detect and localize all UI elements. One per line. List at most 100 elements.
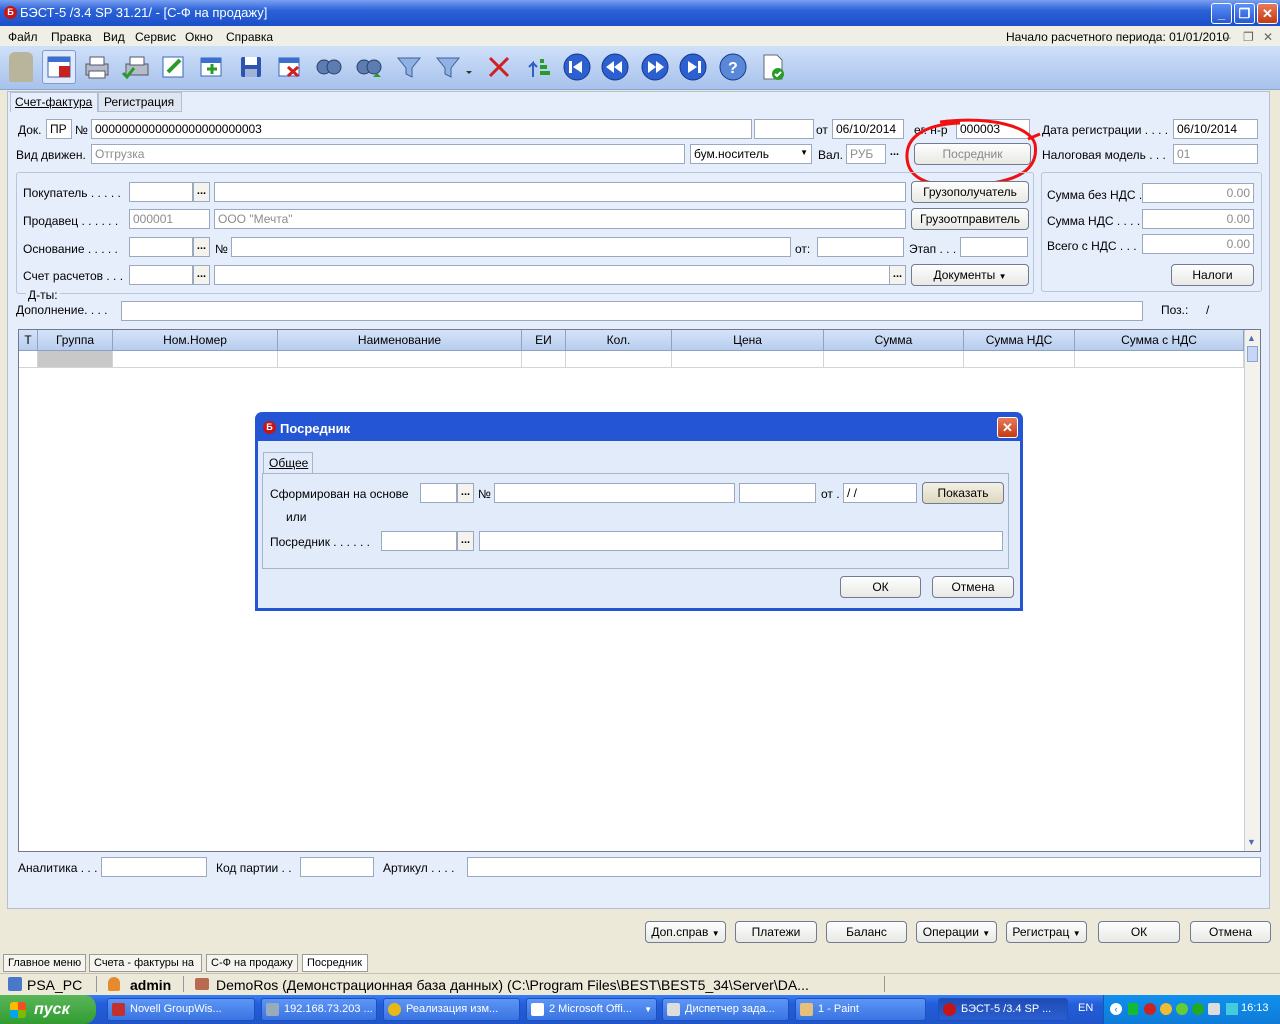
menu-service[interactable]: Сервис bbox=[135, 30, 176, 44]
sum-no-vat-field[interactable]: 0.00 bbox=[1142, 183, 1254, 203]
window-tab-main-menu[interactable]: Главное меню bbox=[3, 954, 86, 972]
tray-app-icon[interactable] bbox=[1128, 1003, 1138, 1015]
save-icon[interactable] bbox=[234, 50, 268, 84]
reg-date-field[interactable]: 06/10/2014 bbox=[1173, 119, 1258, 139]
mdi-close-icon[interactable]: ✕ bbox=[1263, 30, 1273, 44]
task-groupwise[interactable]: Novell GroupWis... bbox=[107, 998, 255, 1021]
column-header[interactable]: Цена bbox=[672, 330, 824, 351]
start-button[interactable]: пуск bbox=[0, 995, 96, 1024]
buyer-name-field[interactable] bbox=[214, 182, 906, 202]
filter-dropdown-icon[interactable] bbox=[432, 50, 476, 84]
task-browser[interactable]: Реализация изм... bbox=[383, 998, 520, 1021]
intermediary-name-field[interactable] bbox=[479, 531, 1003, 551]
total-field[interactable]: 0.00 bbox=[1142, 234, 1254, 254]
column-header[interactable]: Кол. bbox=[566, 330, 672, 351]
intermediary-code-field[interactable] bbox=[381, 531, 457, 551]
tab-registration[interactable]: Регистрация bbox=[98, 92, 182, 112]
window-tab-intermediary[interactable]: Посредник bbox=[302, 954, 368, 972]
seller-code-field[interactable]: 000001 bbox=[129, 209, 210, 229]
scroll-down-icon[interactable]: ▼ bbox=[1247, 837, 1256, 847]
doc-number-field[interactable]: 0000000000000000000000003 bbox=[91, 119, 752, 139]
next-record-icon[interactable] bbox=[638, 50, 672, 84]
tray-expand-icon[interactable]: ‹ bbox=[1110, 1003, 1122, 1015]
menu-help[interactable]: Справка bbox=[226, 30, 273, 44]
menu-edit[interactable]: Правка bbox=[51, 30, 92, 44]
mdi-minimize-icon[interactable]: – bbox=[1224, 30, 1231, 44]
column-header[interactable]: Ном.Номер bbox=[113, 330, 278, 351]
first-record-icon[interactable] bbox=[560, 50, 594, 84]
table-cell[interactable] bbox=[522, 351, 566, 368]
basis-lookup-button[interactable]: ... bbox=[193, 237, 210, 257]
window-tab-invoices[interactable]: Счета - фактуры на bbox=[89, 954, 202, 972]
column-header[interactable]: ЕИ bbox=[522, 330, 566, 351]
dialog-cancel-button[interactable]: Отмена bbox=[932, 576, 1014, 598]
mdi-restore-icon[interactable]: ❐ bbox=[1243, 30, 1254, 44]
edit-icon[interactable] bbox=[156, 50, 190, 84]
tray-app-icon[interactable] bbox=[1144, 1003, 1156, 1015]
search-icon[interactable] bbox=[312, 50, 346, 84]
batch-code-field[interactable] bbox=[300, 857, 374, 877]
basis-number-field[interactable] bbox=[231, 237, 791, 257]
table-cell[interactable] bbox=[113, 351, 278, 368]
table-cell[interactable] bbox=[566, 351, 672, 368]
task-paint[interactable]: 1 - Paint bbox=[795, 998, 926, 1021]
account-name-field[interactable] bbox=[214, 265, 890, 285]
basis-code-field[interactable] bbox=[129, 237, 193, 257]
tab-general[interactable]: Общее bbox=[263, 452, 313, 474]
buyer-lookup-button[interactable]: ... bbox=[193, 182, 210, 202]
close-button[interactable]: ✕ bbox=[1257, 3, 1278, 24]
shipper-button[interactable]: Грузоотправитель bbox=[911, 208, 1029, 230]
help-icon[interactable]: ? bbox=[716, 50, 750, 84]
column-header[interactable]: Сумма НДС bbox=[964, 330, 1075, 351]
account-code-field[interactable] bbox=[129, 265, 193, 285]
cancel-button[interactable]: Отмена bbox=[1190, 921, 1271, 943]
dialog-close-button[interactable]: ✕ bbox=[997, 417, 1018, 438]
article-field[interactable] bbox=[467, 857, 1261, 877]
buyer-code-field[interactable] bbox=[129, 182, 193, 202]
extra-ref-button[interactable]: Доп.справ ▼ bbox=[645, 921, 726, 943]
balance-button[interactable]: Баланс bbox=[826, 921, 907, 943]
prev-record-icon[interactable] bbox=[598, 50, 632, 84]
check-document-icon[interactable] bbox=[756, 50, 790, 84]
table-cell-selected[interactable] bbox=[38, 351, 113, 368]
task-best5[interactable]: БЭСТ-5 /3.4 SP ... bbox=[938, 998, 1068, 1021]
task-manager[interactable]: Диспетчер зада... bbox=[662, 998, 789, 1021]
taxes-button[interactable]: Налоги bbox=[1171, 264, 1254, 286]
user-icon[interactable] bbox=[4, 50, 38, 84]
dialog-suffix-field[interactable] bbox=[739, 483, 816, 503]
tray-app-icon[interactable] bbox=[1160, 1003, 1172, 1015]
maximize-button[interactable]: ❐ bbox=[1234, 3, 1255, 24]
doc-suffix-field[interactable] bbox=[754, 119, 814, 139]
doc-type-field[interactable]: ПР bbox=[46, 119, 72, 139]
stage-field[interactable] bbox=[960, 237, 1028, 257]
search-next-icon[interactable] bbox=[352, 50, 386, 84]
operations-button[interactable]: Операции ▼ bbox=[916, 921, 997, 943]
dialog-number-field[interactable] bbox=[494, 483, 735, 503]
ok-button[interactable]: ОК bbox=[1098, 921, 1180, 943]
column-header[interactable]: Т bbox=[19, 330, 38, 351]
registration-button[interactable]: Регистрац ▼ bbox=[1006, 921, 1087, 943]
column-header[interactable]: Наименование bbox=[278, 330, 522, 351]
table-cell[interactable] bbox=[964, 351, 1075, 368]
network-icon[interactable] bbox=[1208, 1003, 1220, 1015]
column-header[interactable]: Сумма с НДС bbox=[1075, 330, 1244, 351]
tray-app-icon[interactable] bbox=[1192, 1003, 1204, 1015]
account-name-lookup-button[interactable]: ... bbox=[889, 265, 906, 285]
basis-date-field[interactable] bbox=[817, 237, 904, 257]
clear-filter-icon[interactable] bbox=[482, 50, 516, 84]
volume-icon[interactable] bbox=[1226, 1003, 1238, 1015]
addition-field[interactable] bbox=[121, 301, 1143, 321]
delete-table-icon[interactable] bbox=[272, 50, 306, 84]
sort-icon[interactable] bbox=[522, 50, 556, 84]
task-remote[interactable]: 192.168.73.203 ... bbox=[261, 998, 377, 1021]
movement-field[interactable]: Отгрузка bbox=[91, 144, 685, 164]
print-preview-icon[interactable] bbox=[118, 50, 152, 84]
column-header[interactable]: Сумма bbox=[824, 330, 964, 351]
vat-sum-field[interactable]: 0.00 bbox=[1142, 209, 1254, 229]
window-tab-sale-invoice[interactable]: С-Ф на продажу bbox=[206, 954, 298, 972]
table-cell[interactable] bbox=[19, 351, 38, 368]
table-cell[interactable] bbox=[1075, 351, 1244, 368]
scrollbar-thumb[interactable] bbox=[1247, 346, 1258, 362]
menu-file[interactable]: Файл bbox=[8, 30, 38, 44]
analytics-field[interactable] bbox=[101, 857, 207, 877]
